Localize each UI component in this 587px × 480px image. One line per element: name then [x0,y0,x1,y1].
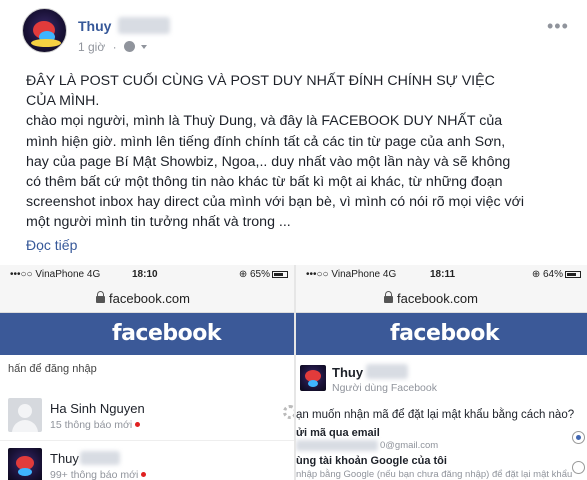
post-line: hay của page Bí Mật Showbiz, Ngoa,.. duy… [26,153,511,170]
post-line: ĐÂY LÀ POST CUỐI CÙNG VÀ POST DUY NHẤT Đ… [26,73,495,89]
url-text: facebook.com [397,291,478,306]
more-options-icon[interactable]: ••• [547,16,569,37]
notification-count: 99+ thông báo mới [50,469,147,480]
battery-indicator: ⊕ 64% [532,269,581,280]
profile-subtitle: Người dùng Facebook [332,382,437,394]
status-time: 18:10 [132,269,158,280]
email-redaction [296,440,378,451]
post-text: ĐÂY LÀ POST CUỐI CÙNG VÀ POST DUY NHẤT Đ… [26,71,576,233]
phone-status-bar: •••○○ VinaPhone 4G 18:10 ⊕ 65% [0,265,294,283]
lock-icon [384,291,393,303]
status-time: 18:11 [430,269,456,280]
avatar [8,448,42,480]
author-name[interactable]: Thuy [78,18,111,34]
meta-separator: · [112,40,117,54]
facebook-header: facebook [0,313,294,355]
facebook-logo: facebook [112,321,222,346]
avatar [8,398,42,432]
post-line: chào mọi người, mình là Thuỳ Dung, và đâ… [26,113,503,130]
attached-photos[interactable]: •••○○ VinaPhone 4G 18:10 ⊕ 65% facebook.… [0,265,587,480]
notification-count: 15 thông báo mới [50,419,141,431]
browser-url-bar: facebook.com [0,283,294,313]
notification-dot-icon [135,422,141,427]
facebook-header: facebook [296,313,587,355]
profile-name: Thuy [332,365,364,380]
carrier-label: •••○○ VinaPhone 4G [10,269,101,280]
name-redaction [118,17,170,34]
gear-icon [283,405,294,419]
screenshot-right[interactable]: •••○○ VinaPhone 4G 18:11 ⊕ 64% facebook.… [296,265,587,480]
battery-icon [272,271,288,278]
see-more-link[interactable]: Đọc tiếp [26,237,77,253]
login-hint: hấn để đăng nhập [8,363,97,375]
battery-indicator: ⊕ 65% [239,269,288,280]
option-detail: 0@gmail.com [380,440,439,451]
name-redaction [80,451,120,465]
post-header: Thuy 1 giờ · ••• [0,0,587,66]
post-line: CỦA MÌNH. [26,93,100,110]
battery-label: ⊕ 65% [238,269,270,280]
phone-status-bar: •••○○ VinaPhone 4G 18:11 ⊕ 64% [296,265,587,283]
reset-question: ạn muốn nhận mã để đặt lại mật khẩu bằng… [296,409,575,421]
post-meta: 1 giờ · [78,40,148,54]
option-title: ửi mã qua email [296,427,380,439]
carrier-label: •••○○ VinaPhone 4G [306,269,397,280]
author-avatar[interactable] [22,8,67,53]
facebook-logo: facebook [390,321,500,346]
radio-email[interactable] [572,431,585,444]
globe-icon[interactable] [123,41,135,52]
option-google[interactable]: ùng tài khoản Google của tôi nhập bằng G… [296,455,587,480]
battery-label: ⊕ 64% [531,269,563,280]
post-line: screenshot inbox hay direct của mình với… [26,194,525,211]
account-row: Thuy 99+ thông báo mới [0,443,294,480]
notification-dot-icon [141,472,147,477]
option-detail: nhập bằng Google (nếu bạn chưa đăng nhập… [296,469,573,480]
lock-icon [96,291,105,303]
account-row: Ha Sinh Nguyen 15 thông báo mới [0,393,294,441]
battery-icon [565,271,581,278]
radio-google[interactable] [572,461,585,474]
url-text: facebook.com [109,291,190,306]
chevron-down-icon[interactable] [141,45,148,49]
option-title: ùng tài khoản Google của tôi [296,455,447,467]
avatar [300,365,326,391]
browser-url-bar: facebook.com [296,283,587,313]
profile-card: Thuy Người dùng Facebook [296,363,587,399]
post-line: có thêm bất cứ một thông tin nào khác từ… [26,174,503,191]
post-line: một người mình tin tưởng nhất và trong .… [26,214,291,231]
option-email[interactable]: ửi mã qua email 0@gmail.com [296,427,587,451]
name-redaction [366,364,408,379]
account-name: Thuy [50,451,79,466]
screenshot-left[interactable]: •••○○ VinaPhone 4G 18:10 ⊕ 65% facebook.… [0,265,294,480]
post-timestamp[interactable]: 1 giờ [78,40,105,54]
post-line: mình hiện giờ. mình lên tiếng đính chính… [26,133,506,150]
account-name: Ha Sinh Nguyen [50,401,145,416]
